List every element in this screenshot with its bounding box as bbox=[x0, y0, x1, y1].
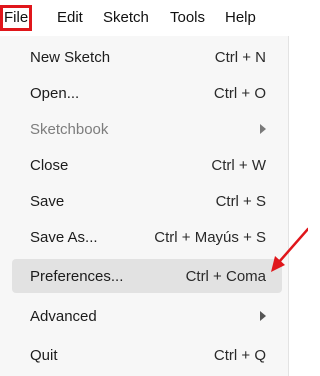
menu-item-shortcut: Ctrl + N bbox=[214, 49, 266, 66]
menu-item-shortcut: Ctrl + S bbox=[215, 193, 266, 210]
menu-item-save-as[interactable]: Save As... Ctrl + Mayús + S bbox=[12, 220, 282, 254]
menu-file[interactable]: File bbox=[0, 5, 33, 31]
menu-item-label: Quit bbox=[30, 347, 58, 364]
menu-item-shortcut: Ctrl + Mayús + S bbox=[154, 229, 266, 246]
menu-item-label: Preferences... bbox=[30, 268, 124, 285]
menu-item-close[interactable]: Close Ctrl + W bbox=[12, 148, 282, 182]
menu-item-label: New Sketch bbox=[30, 49, 111, 66]
menu-item-shortcut: Ctrl + W bbox=[211, 157, 266, 174]
menu-item-label: Save As... bbox=[30, 229, 98, 246]
chevron-right-icon bbox=[260, 124, 266, 134]
menu-item-save[interactable]: Save Ctrl + S bbox=[12, 184, 282, 218]
chevron-right-icon bbox=[260, 311, 266, 321]
menu-tools[interactable]: Tools bbox=[170, 9, 205, 27]
menu-edit[interactable]: Edit bbox=[57, 9, 83, 27]
menu-item-label: Open... bbox=[30, 85, 80, 102]
menu-item-advanced[interactable]: Advanced bbox=[12, 299, 282, 333]
menu-item-sketchbook[interactable]: Sketchbook bbox=[12, 112, 282, 146]
menu-item-open[interactable]: Open... Ctrl + O bbox=[12, 76, 282, 110]
menubar: File Edit Sketch Tools Help bbox=[0, 0, 308, 36]
menu-sketch[interactable]: Sketch bbox=[103, 9, 149, 27]
menu-item-shortcut: Ctrl + Q bbox=[213, 347, 266, 364]
menu-help[interactable]: Help bbox=[225, 9, 256, 27]
menu-item-label: Sketchbook bbox=[30, 121, 109, 138]
menu-item-label: Advanced bbox=[30, 308, 97, 325]
menu-item-shortcut: Ctrl + O bbox=[213, 85, 266, 102]
menu-item-label: Save bbox=[30, 193, 65, 210]
menu-item-quit[interactable]: Quit Ctrl + Q bbox=[12, 338, 282, 372]
menu-item-preferences[interactable]: Preferences... Ctrl + Coma bbox=[12, 259, 282, 293]
menu-item-shortcut: Ctrl + Coma bbox=[185, 268, 266, 285]
menu-item-label: Close bbox=[30, 157, 69, 174]
file-menu-dropdown: New Sketch Ctrl + N Open... Ctrl + O Ske… bbox=[0, 36, 289, 376]
menu-item-new-sketch[interactable]: New Sketch Ctrl + N bbox=[12, 40, 282, 74]
